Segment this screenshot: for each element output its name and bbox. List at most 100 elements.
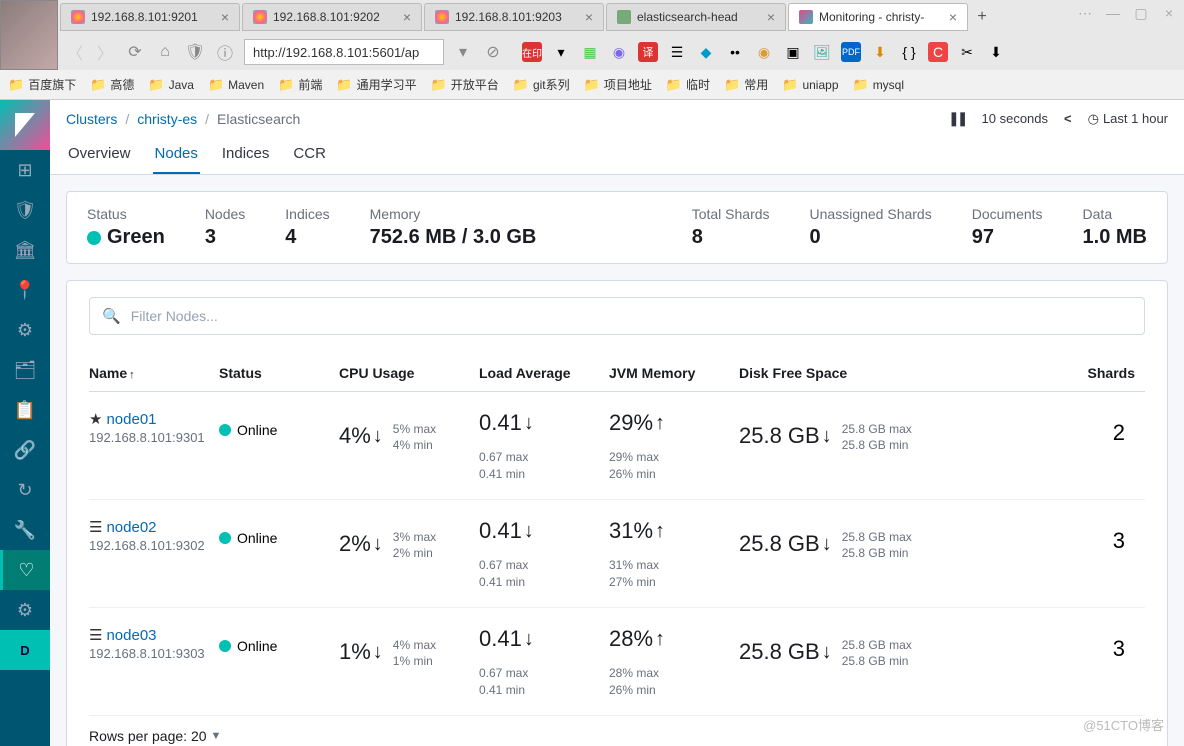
breadcrumb-cluster-name[interactable]: christy-es (137, 111, 197, 127)
blocker-icon[interactable]: ⊘ (482, 41, 504, 63)
forward-button[interactable]: 〉 (94, 41, 116, 63)
nav-uptime-icon[interactable]: ↻ (0, 470, 50, 510)
window-maximize-icon[interactable]: ▢ (1130, 4, 1152, 22)
ext-icon[interactable]: 译 (638, 42, 658, 62)
nav-default-icon[interactable]: D (0, 630, 50, 670)
bookmark-item[interactable]: 📁git系列 (513, 76, 570, 93)
browser-tab-4[interactable]: Monitoring - christy-× (788, 3, 968, 31)
ext-icon[interactable]: PDF (841, 42, 861, 62)
nav-ml-icon[interactable]: ⚙ (0, 310, 50, 350)
ext-icon[interactable]: ▦ (580, 42, 600, 62)
disk-value: 25.8 GB↓ (739, 639, 832, 665)
close-icon[interactable]: × (767, 9, 775, 25)
tab-ccr[interactable]: CCR (291, 135, 328, 174)
info-icon[interactable]: ⓘ (214, 41, 236, 63)
node-name-link[interactable]: ☰ node03 (89, 626, 219, 644)
home-button[interactable]: ⌂ (154, 41, 176, 63)
col-cpu[interactable]: CPU Usage (339, 365, 479, 381)
breadcrumb-clusters[interactable]: Clusters (66, 111, 117, 127)
nav-dev-icon[interactable]: 🔧 (0, 510, 50, 550)
pause-icon[interactable]: ❚❚ (948, 110, 965, 127)
nav-visualize-icon[interactable]: 🛡 (0, 190, 50, 230)
ext-icon[interactable]: C (928, 42, 948, 62)
nav-management-icon[interactable]: ⚙ (0, 590, 50, 630)
browser-tab-1[interactable]: 192.168.8.101:9202× (242, 3, 422, 31)
close-icon[interactable]: × (403, 9, 411, 25)
ext-icon[interactable]: •• (725, 42, 745, 62)
ext-icon[interactable]: ◉ (754, 42, 774, 62)
node-name-link[interactable]: ☰ node02 (89, 518, 219, 536)
ext-icon[interactable]: 🖼 (812, 42, 832, 62)
shield-icon[interactable]: 🛡 (184, 41, 206, 63)
arrow-down-icon: ↓ (524, 628, 534, 651)
col-jvm[interactable]: JVM Memory (609, 365, 739, 381)
new-tab-button[interactable]: + (970, 8, 994, 26)
nav-maps-icon[interactable]: 📍 (0, 270, 50, 310)
download-icon[interactable]: ⬇ (986, 42, 1006, 62)
url-text: http://192.168.8.101:5601/ap (253, 45, 419, 60)
node-icon: ☰ (89, 626, 102, 644)
refresh-interval[interactable]: 10 seconds (982, 111, 1049, 126)
bookmark-item[interactable]: 📁高德 (90, 76, 134, 93)
cut-icon[interactable]: ✂ (957, 42, 977, 62)
window-overflow-icon[interactable]: ⋯ (1074, 4, 1096, 22)
arrow-down-icon: ↓ (822, 533, 832, 556)
ext-icon[interactable]: ⬇ (870, 42, 890, 62)
time-range[interactable]: ◷Last 1 hour (1088, 111, 1168, 127)
rows-per-page[interactable]: Rows per page: 20▼ (89, 728, 1145, 744)
inprint-icon[interactable]: 在印 (522, 42, 542, 62)
bookmark-item[interactable]: 📁项目地址 (584, 76, 652, 93)
tab-indices[interactable]: Indices (220, 135, 272, 174)
ext-icon[interactable]: ☰ (667, 42, 687, 62)
bookmark-item[interactable]: 📁前端 (278, 76, 322, 93)
close-icon[interactable]: × (221, 9, 229, 25)
ext-icon[interactable]: ▾ (551, 42, 571, 62)
col-load[interactable]: Load Average (479, 365, 609, 381)
bookmark-item[interactable]: 📁常用 (724, 76, 768, 93)
nav-apm-icon[interactable]: 🔗 (0, 430, 50, 470)
bookmark-item[interactable]: 📁Maven (208, 77, 264, 93)
browser-tab-2[interactable]: 192.168.8.101:9203× (424, 3, 604, 31)
window-close-icon[interactable]: × (1158, 4, 1180, 22)
bookmark-item[interactable]: 📁Java (148, 77, 194, 93)
nav-logs-icon[interactable]: 📋 (0, 390, 50, 430)
bookmark-item[interactable]: 📁uniapp (782, 77, 838, 93)
window-minimize-icon[interactable]: — (1102, 4, 1124, 22)
nav-discover-icon[interactable]: ⊞ (0, 150, 50, 190)
close-icon[interactable]: × (949, 9, 957, 25)
browser-tab-0[interactable]: 192.168.8.101:9201 × (60, 3, 240, 31)
ext-icon[interactable]: ◉ (609, 42, 629, 62)
bookmark-item[interactable]: 📁通用学习平 (336, 76, 416, 93)
load-min: 0.41 min (479, 575, 609, 589)
bookmark-item[interactable]: 📁临时 (666, 76, 710, 93)
tab-strip: 192.168.8.101:9201× 192.168.8.101:9202× … (0, 0, 1184, 34)
back-button[interactable]: 〈 (64, 41, 86, 63)
close-icon[interactable]: × (585, 9, 593, 25)
kibana-logo[interactable] (0, 100, 50, 150)
filter-input[interactable]: 🔍 Filter Nodes... (89, 297, 1145, 335)
col-shards[interactable]: Shards (939, 365, 1145, 381)
nav-infra-icon[interactable]: 🗂 (0, 350, 50, 390)
dropdown-icon[interactable]: ▾ (452, 41, 474, 63)
nav-dashboard-icon[interactable]: 🏛 (0, 230, 50, 270)
reload-button[interactable]: ⟳ (124, 41, 146, 63)
ext-icon[interactable]: { } (899, 42, 919, 62)
ext-icon[interactable]: ▣ (783, 42, 803, 62)
kibana-app: ⊞ 🛡 🏛 📍 ⚙ 🗂 📋 🔗 ↻ 🔧 ♡ ⚙ D Clusters / chr… (0, 100, 1184, 746)
tab-nodes[interactable]: Nodes (153, 135, 200, 174)
bookmark-item[interactable]: 📁mysql (853, 77, 905, 93)
bookmark-item[interactable]: 📁百度旗下 (8, 76, 76, 93)
tab-overview[interactable]: Overview (66, 135, 133, 174)
col-disk[interactable]: Disk Free Space (739, 365, 939, 381)
nav-monitoring-icon[interactable]: ♡ (0, 550, 50, 590)
url-input[interactable]: http://192.168.8.101:5601/ap (244, 39, 444, 65)
time-prev-icon[interactable]: < (1064, 111, 1072, 126)
browser-tab-3[interactable]: elasticsearch-head× (606, 3, 786, 31)
tab-label: 192.168.8.101:9201 (91, 10, 215, 24)
ext-icon[interactable]: ◆ (696, 42, 716, 62)
col-name[interactable]: Name↑ (89, 365, 219, 381)
node-name-link[interactable]: ★ node01 (89, 410, 219, 428)
col-status[interactable]: Status (219, 365, 339, 381)
node-address: 192.168.8.101:9302 (89, 538, 219, 553)
bookmark-item[interactable]: 📁开放平台 (431, 76, 499, 93)
